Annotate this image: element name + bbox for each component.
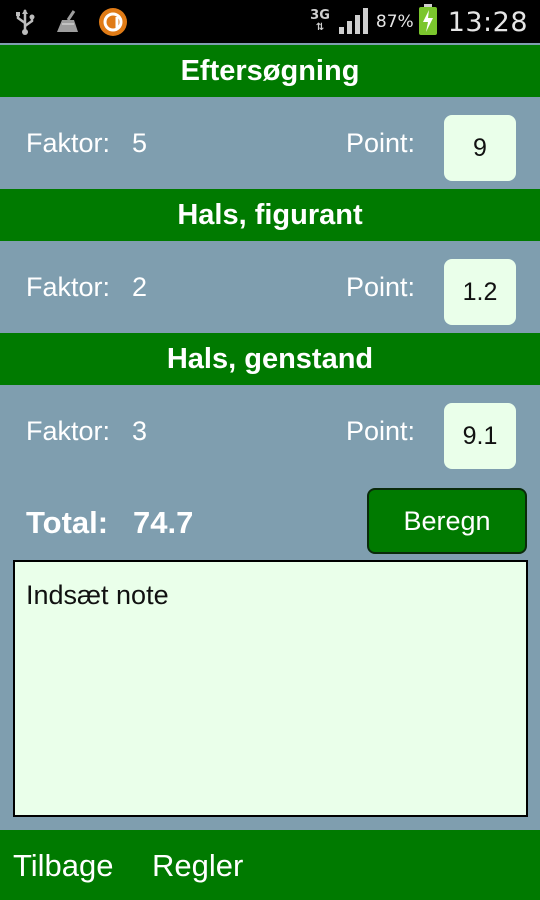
factor-label: Faktor:	[26, 416, 111, 446]
note-textarea[interactable]: Indsæt note	[13, 560, 528, 817]
section-row-hals-genstand: Faktor: 3 Point: 9.1	[0, 385, 540, 477]
factor-value: 3	[132, 416, 148, 446]
total-value: 74.7	[133, 505, 194, 540]
factor-value: 5	[132, 128, 148, 158]
battery-percent: 87%	[375, 12, 414, 32]
back-button[interactable]: Tilbage	[13, 830, 114, 900]
usb-icon	[14, 8, 36, 36]
section-row-hals-figurant: Faktor: 2 Point: 1.2	[0, 241, 540, 333]
battery-charging-icon	[418, 3, 438, 41]
factor-label: Faktor:	[26, 128, 111, 158]
notification-icons	[14, 8, 146, 36]
point-label: Point:	[346, 416, 416, 446]
section-header-hals-figurant: Hals, figurant	[0, 189, 540, 241]
calculate-button[interactable]: Beregn	[367, 488, 527, 554]
cleaner-icon	[54, 10, 80, 34]
total-label: Total:	[26, 505, 109, 540]
factor-value: 2	[132, 272, 148, 302]
rules-button[interactable]: Regler	[152, 830, 243, 900]
bottom-bar: Tilbage Regler	[0, 830, 540, 900]
section-header-hals-genstand: Hals, genstand	[0, 333, 540, 385]
app-notification-icon	[98, 7, 128, 37]
point-input[interactable]: 9.1	[444, 403, 516, 469]
signal-icon	[338, 5, 372, 40]
point-input[interactable]: 1.2	[444, 259, 516, 325]
clock: 13:28	[447, 6, 528, 38]
status-bar: 3G ⇅ 87% 13:28	[0, 0, 540, 43]
section-row-eftersogning: Faktor: 5 Point: 9	[0, 97, 540, 189]
point-label: Point:	[346, 272, 416, 302]
point-label: Point:	[346, 128, 416, 158]
network-type-indicator: 3G ⇅	[310, 8, 330, 33]
factor-label: Faktor:	[26, 272, 111, 302]
section-header-eftersogning: Eftersøgning	[0, 45, 540, 97]
point-input[interactable]: 9	[444, 115, 516, 181]
